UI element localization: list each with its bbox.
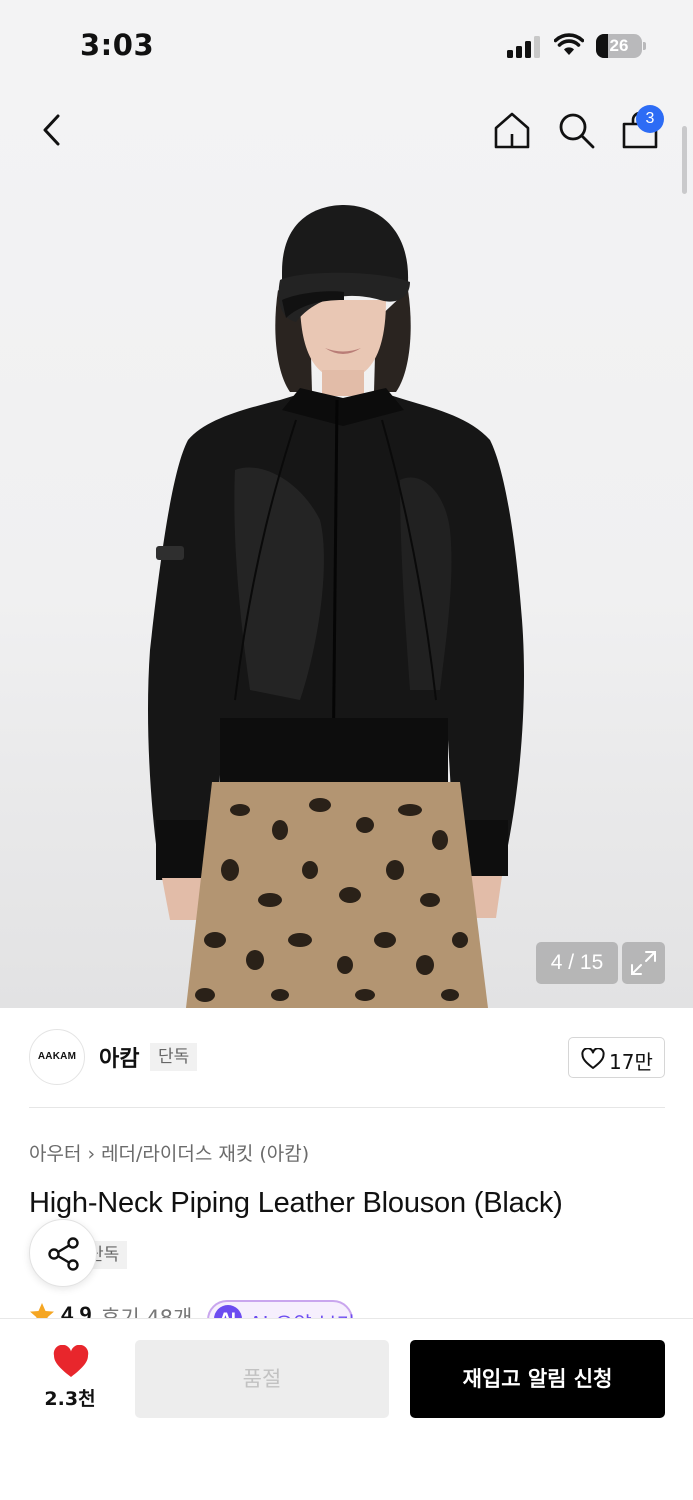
heart-icon[interactable] [52, 1345, 90, 1379]
brand-like-button[interactable]: 17만 [568, 1037, 665, 1078]
product-like-count: 2.3천 [44, 1388, 96, 1410]
soldout-button: 품절 [135, 1340, 389, 1418]
ai-summary-button[interactable]: AI AI 요약 보기 [207, 1300, 355, 1320]
expand-image-button[interactable] [622, 942, 665, 984]
search-icon[interactable] [556, 110, 596, 150]
breadcrumb: 아우터 › 레더/라이더스 재킷 (아캄) [29, 1139, 309, 1166]
cellular-signal-icon [507, 36, 543, 58]
rating-row: 4.9 후기 48개 AI AI 요약 보기 [29, 1300, 429, 1320]
chevron-right-icon: › [87, 1143, 96, 1165]
product-image-gallery[interactable] [0, 92, 693, 1008]
battery-level: 26 [609, 36, 629, 55]
heart-outline-icon [581, 1048, 605, 1069]
restock-alert-button[interactable]: 재입고 알림 신청 [410, 1340, 665, 1418]
share-button[interactable] [29, 1219, 97, 1287]
brand-logo[interactable]: AAKAM [29, 1029, 85, 1085]
divider [29, 1107, 665, 1108]
status-bar: 3:03 26 [0, 0, 693, 92]
back-icon[interactable] [34, 112, 70, 148]
wifi-icon [554, 33, 584, 55]
breadcrumb-subcategory[interactable]: 레더/라이더스 재킷 (아캄) [101, 1143, 309, 1165]
image-page-counter: 4 / 15 [536, 942, 618, 984]
product-photo [147, 205, 525, 1008]
exclusive-tag: 단독 [150, 1043, 198, 1071]
battery-icon: 26 [596, 34, 646, 58]
status-time: 3:03 [80, 28, 155, 62]
share-icon [48, 1237, 79, 1271]
breadcrumb-category[interactable]: 아우터 [29, 1143, 81, 1165]
brand-like-count: 17만 [609, 1050, 653, 1074]
scroll-indicator [682, 126, 687, 194]
expand-icon [631, 951, 656, 975]
brand-name[interactable]: 아캄 [99, 1041, 139, 1073]
home-icon[interactable] [492, 110, 532, 150]
cart-count-badge[interactable]: 3 [636, 105, 664, 133]
product-title: High-Neck Piping Leather Blouson (Black) [29, 1187, 563, 1219]
